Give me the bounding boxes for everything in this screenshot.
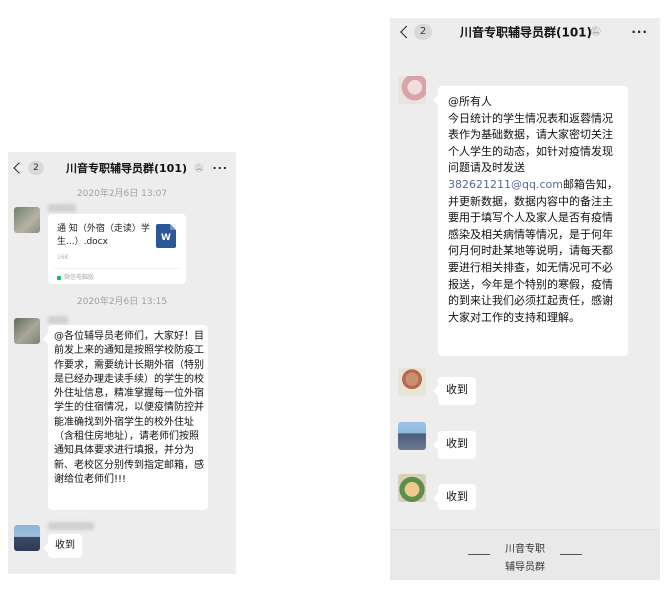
reply-bubble[interactable]: 收到 [433,377,476,405]
ellipsis-icon[interactable]: ··· [212,162,228,175]
sender-name-blurred [48,204,76,212]
timestamp: 2020年2月6日 13:07 [76,189,168,199]
group-title: 川音专职辅导员群(101) [66,162,188,175]
chat-header: 2 川音专职辅导员群(101) 🔕︎ ··· [8,152,236,184]
reply-bubble[interactable]: 收到 [43,534,82,558]
email-link[interactable]: 382621211@qq.com [448,178,563,191]
message-text-part-2: 邮箱告知，并更新数据，数据内容中的备注主要用于填写个人及家人是否有疫情感染及相关… [448,177,618,324]
unread-count-badge: 2 [28,161,44,175]
timestamp: 2020年2月6日 13:15 [76,297,168,307]
footer-group-name-line-1: 川音专职 [505,544,545,555]
word-document-icon: W [156,224,176,248]
footer-group-name-line-2: 辅导员群 [505,562,545,573]
reply-bubble[interactable]: 收到 [433,484,476,510]
sender-name-blurred [48,522,94,530]
reply-text: 收到 [446,490,468,503]
sender-name-blurred [48,316,68,324]
file-name: 通 知（外宿（走读）学生...）.docx [57,224,150,247]
group-qr-footer: 川音专职 辅导员群 [390,529,660,580]
reply-bubble[interactable]: 收到 [433,431,476,459]
sender-avatar[interactable] [398,422,426,450]
all-members-message-text: @所有人 今日统计的学生情况表和返蓉情况表作为基础数据，请大家密切关注个人学生的… [448,94,620,326]
back-arrow-icon[interactable] [400,25,413,39]
notice-message-text: @各位辅导员老师们，大家好！目前发上来的通知是按照学校防疫工作要求，需要统计长期… [54,331,204,485]
unread-count-badge: 2 [414,24,432,40]
mute-bell-icon: 🔕︎ [194,163,205,173]
file-message-card[interactable]: 通 知（外宿（走读）学生...）.docx W 16K 微信电脑版 [48,214,186,284]
ellipsis-icon[interactable]: ··· [631,25,648,39]
divider [54,268,180,269]
sender-avatar[interactable] [14,525,40,551]
file-size: 16K [57,254,69,261]
sender-avatar[interactable] [398,474,426,502]
left-chat-screenshot: 2 川音专职辅导员群(101) 🔕︎ ··· 2020年2月6日 13:07 通… [8,152,236,574]
notice-message-bubble[interactable]: @各位辅导员老师们，大家好！目前发上来的通知是按照学校防疫工作要求，需要统计长期… [43,325,208,510]
chat-header: 2 川音专职辅导员群(101) 🔕︎ ··· [390,18,660,46]
mute-bell-icon: 🔕︎ [590,27,602,37]
sender-avatar[interactable] [398,368,426,396]
sender-avatar[interactable] [14,207,40,233]
message-text-part-1: @所有人 今日统计的学生情况表和返蓉情况表作为基础数据，请大家密切关注个人学生的… [448,95,613,175]
reply-text: 收到 [446,383,468,396]
sender-avatar[interactable] [14,318,40,344]
back-arrow-icon[interactable] [13,162,25,174]
reply-text: 收到 [446,437,468,450]
all-members-message-bubble[interactable]: @所有人 今日统计的学生情况表和返蓉情况表作为基础数据，请大家密切关注个人学生的… [433,86,628,356]
reply-text: 收到 [55,540,75,551]
right-chat-screenshot: 2 川音专职辅导员群(101) 🔕︎ ··· @所有人 今日统计的学生情况表和返… [390,18,660,580]
group-title: 川音专职辅导员群(101) [460,25,593,40]
sender-avatar[interactable] [398,76,426,104]
file-source: 微信电脑版 [57,272,94,281]
